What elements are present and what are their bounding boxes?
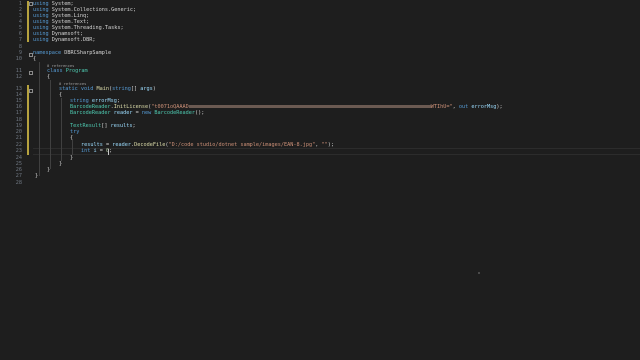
- code-line: {: [33, 56, 37, 62]
- line-number: 7: [18, 37, 22, 43]
- line-number: 27: [15, 173, 22, 179]
- redacted-license-key: [188, 104, 431, 108]
- code-editor[interactable]: 1 2 3 4 5 6 7 8 9 10 11 12 13 14 15 16 17 18 19 20 21 22 23 24 2…: [0, 0, 640, 360]
- line-number: 10: [15, 56, 22, 62]
- code-line: results = reader.DecodeFile("D:/code stu…: [81, 142, 335, 148]
- code-line: }: [70, 155, 74, 161]
- text-cursor: [108, 148, 109, 155]
- code-line: {: [59, 92, 63, 98]
- code-area[interactable]: using System; using System.Collections.G…: [33, 0, 640, 360]
- code-line: }: [59, 161, 63, 167]
- line-number: 12: [15, 74, 22, 80]
- code-line: BarcodeReader reader = new BarcodeReader…: [70, 110, 205, 116]
- modified-marker: [27, 1, 29, 42]
- code-line: namespace DBRCSharpSample: [33, 50, 112, 56]
- line-number: 28: [15, 180, 22, 186]
- line-number: 17: [15, 110, 22, 116]
- code-line: }: [47, 167, 51, 173]
- modified-marker: [27, 85, 29, 155]
- line-number-gutter: 1 2 3 4 5 6 7 8 9 10 11 12 13 14 15 16 17 18 19 20 21 22 23 24 2…: [0, 0, 24, 360]
- code-line: class Program: [47, 68, 88, 74]
- line-number: 23: [15, 148, 22, 154]
- code-line: TextResult[] results;: [70, 123, 136, 129]
- code-line: static void Main(string[] args): [59, 86, 156, 92]
- line-number: 21: [15, 135, 22, 141]
- code-line: {: [70, 135, 74, 141]
- code-line: {: [47, 74, 51, 80]
- artifact-dot: [478, 272, 480, 274]
- code-line: using Dynamsoft.DBR;: [33, 37, 96, 43]
- code-line: }: [35, 173, 39, 179]
